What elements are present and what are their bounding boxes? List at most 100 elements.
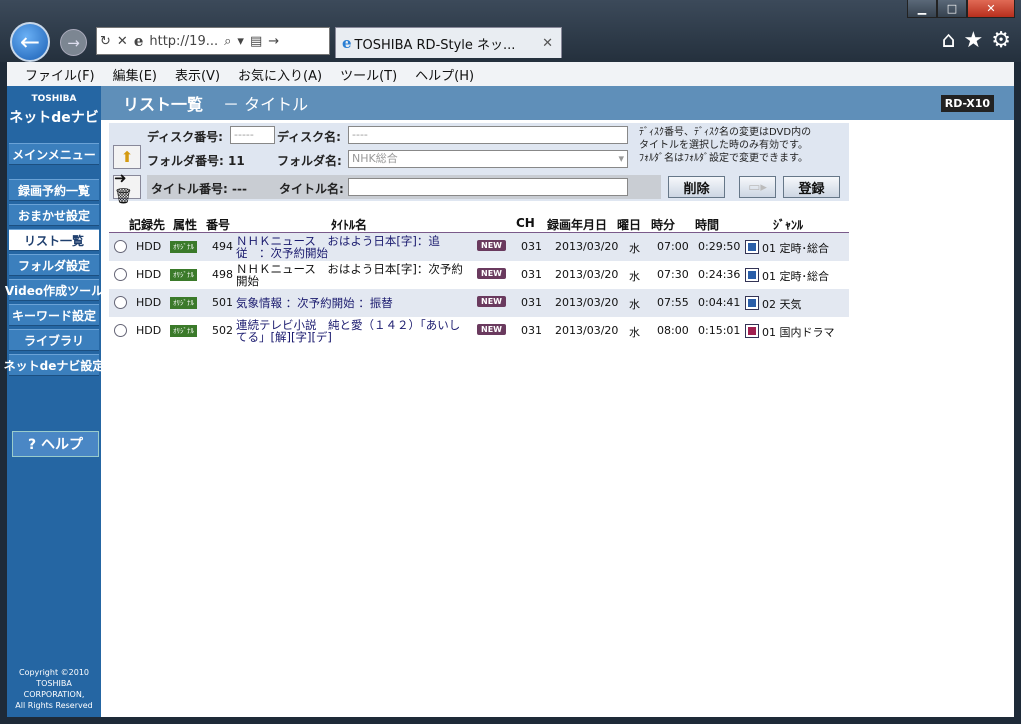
refresh-icon[interactable]: ↻: [100, 34, 111, 49]
disc-name-field[interactable]: ----: [348, 126, 628, 144]
new-badge: NEW: [477, 268, 506, 279]
menu-favorites[interactable]: お気に入り(A): [238, 65, 322, 84]
title-link[interactable]: ＮＨＫニュース おはよう日本[字]：次予約開始: [236, 263, 470, 287]
minimize-button[interactable]: ▁: [907, 0, 937, 18]
search-icon[interactable]: ⌕: [224, 34, 231, 49]
dubbing-icon: ▭▸: [748, 179, 767, 195]
genre-drama-icon: [745, 324, 759, 338]
sidebar-item-omakase[interactable]: おまかせ設定: [9, 204, 99, 226]
page-frame: TOSHIBA ネットdeナビ メインメニュー 録画予約一覧 おまかせ設定 リス…: [4, 86, 1014, 717]
copyright-line: Copyright ©2010: [19, 668, 89, 677]
cell-dur: 0:15:01: [698, 324, 741, 337]
col-dur: 時間: [695, 218, 720, 232]
folder-name-value: NHK総合: [352, 152, 398, 165]
table-row[interactable]: HDD ｵﾘｼﾞﾅﾙ 494 ＮＨＫニュース おはよう日本[字]：追従 ：次予約…: [109, 233, 849, 261]
cell-dow: 水: [629, 298, 640, 311]
back-button[interactable]: ←: [10, 22, 50, 62]
menu-file[interactable]: ファイル(F): [25, 65, 95, 84]
address-bar[interactable]: ↻ ✕ e http://19... ⌕ ▾ ▤ →: [96, 27, 330, 55]
cell-dow: 水: [629, 242, 640, 255]
sidebar-item-video-tool[interactable]: Video作成ツール: [5, 279, 103, 301]
info-line: ﾌｫﾙﾀﾞ名はﾌｫﾙﾀﾞ設定で変更できます。: [639, 153, 808, 164]
col-ch: CH: [516, 216, 535, 230]
close-window-button[interactable]: ✕: [967, 0, 1015, 18]
chevron-down-icon: ▾: [618, 152, 624, 165]
move-to-trash-button[interactable]: ➜🗑: [113, 169, 141, 205]
cell-time: 07:30: [657, 268, 689, 281]
sidebar-item-main-menu[interactable]: メインメニュー: [9, 143, 99, 165]
original-badge: ｵﾘｼﾞﾅﾙ: [170, 297, 197, 309]
folder-up-button[interactable]: ⬆: [113, 145, 141, 169]
sidebar-item-folder[interactable]: フォルダ設定: [9, 254, 99, 276]
browser-tab[interactable]: e TOSHIBA RD-Style ネッ... ✕: [335, 27, 562, 58]
sidebar-item-recording-list[interactable]: 録画予約一覧: [9, 179, 99, 201]
title-link[interactable]: 連続テレビ小説 純と愛（１４２）「あいしてる」[解][字][デ]: [236, 319, 470, 343]
copyright-line: All Rights Reserved: [15, 701, 93, 710]
cell-num: 494: [212, 240, 233, 253]
col-num: 番号: [206, 218, 231, 232]
sidebar-item-keyword[interactable]: キーワード設定: [9, 304, 99, 326]
go-arrow-icon[interactable]: →: [268, 34, 279, 49]
brand-logo: TOSHIBA: [31, 94, 77, 104]
favorites-star-icon[interactable]: ★: [964, 28, 984, 53]
tab-close-icon[interactable]: ✕: [542, 36, 553, 51]
disc-no-field[interactable]: -----: [230, 126, 275, 144]
cell-dow: 水: [629, 326, 640, 339]
sidebar: TOSHIBA ネットdeナビ メインメニュー 録画予約一覧 おまかせ設定 リス…: [4, 86, 104, 717]
copyright-line: TOSHIBA CORPORATION,: [23, 679, 85, 699]
cell-dow: 水: [629, 270, 640, 283]
help-button[interactable]: ? ヘルプ: [12, 431, 99, 457]
row-radio[interactable]: [114, 296, 127, 309]
cell-genre: 01 定時･総合: [762, 270, 829, 283]
cell-num: 502: [212, 324, 233, 337]
row-radio[interactable]: [114, 240, 127, 253]
gear-icon[interactable]: ⚙: [991, 28, 1011, 53]
menu-bar: ファイル(F) 編集(E) 表示(V) お気に入り(A) ツール(T) ヘルプ(…: [7, 62, 1014, 87]
register-button[interactable]: 登録: [783, 176, 840, 198]
info-line: ﾃﾞｨｽｸ番号、ﾃﾞｨｽｸ名の変更はDVD内の: [639, 127, 812, 138]
cell-dest: HDD: [136, 268, 162, 281]
col-title: ﾀｲﾄﾙ名: [331, 218, 368, 232]
col-time: 時分: [651, 218, 676, 232]
stop-icon[interactable]: ✕: [117, 34, 128, 49]
row-radio[interactable]: [114, 268, 127, 281]
col-dow: 曜日: [617, 218, 642, 232]
cell-dest: HDD: [136, 296, 162, 309]
cell-ch: 031: [521, 240, 542, 253]
delete-button[interactable]: 削除: [668, 176, 725, 198]
row-radio[interactable]: [114, 324, 127, 337]
home-icon[interactable]: ⌂: [942, 28, 956, 53]
cell-date: 2013/03/20: [555, 240, 619, 253]
menu-help[interactable]: ヘルプ(H): [415, 65, 474, 84]
menu-edit[interactable]: 編集(E): [113, 65, 157, 84]
compat-view-icon[interactable]: ▤: [250, 34, 262, 49]
title-link[interactable]: 気象情報 ：次予約開始 ：振替: [236, 297, 470, 309]
cell-time: 07:55: [657, 296, 689, 309]
page-subtitle: － タイトル: [223, 95, 309, 114]
maximize-button[interactable]: □: [937, 0, 967, 18]
menu-tools[interactable]: ツール(T): [340, 65, 397, 84]
table-row[interactable]: HDD ｵﾘｼﾞﾅﾙ 498 ＮＨＫニュース おはよう日本[字]：次予約開始 N…: [109, 261, 849, 289]
title-link[interactable]: ＮＨＫニュース おはよう日本[字]：追従 ：次予約開始: [236, 235, 470, 259]
title-name-field[interactable]: [348, 178, 628, 196]
cell-ch: 031: [521, 324, 542, 337]
sidebar-item-netdenavi-settings[interactable]: ネットdeナビ設定: [4, 354, 104, 376]
main-content: リスト一覧 － タイトル RD-X10 ディスク番号: ----- ディスク名:…: [101, 86, 1014, 717]
sidebar-item-list[interactable]: リスト一覧: [9, 229, 99, 251]
table-row[interactable]: HDD ｵﾘｼﾞﾅﾙ 501 気象情報 ：次予約開始 ：振替 NEW 031 2…: [109, 289, 849, 317]
folder-no-label: フォルダ番号: 11: [147, 154, 245, 168]
table-row[interactable]: HDD ｵﾘｼﾞﾅﾙ 502 連続テレビ小説 純と愛（１４２）「あいしてる」[解…: [109, 317, 849, 345]
window-controls: ▁ □ ✕: [907, 0, 1015, 18]
menu-view[interactable]: 表示(V): [175, 65, 220, 84]
cell-genre: 01 国内ドラマ: [762, 326, 835, 339]
folder-name-select[interactable]: NHK総合 ▾: [348, 150, 628, 168]
forward-button[interactable]: →: [60, 29, 87, 56]
sidebar-item-library[interactable]: ライブラリ: [9, 329, 99, 351]
dropdown-icon[interactable]: ▾: [237, 34, 244, 49]
original-badge: ｵﾘｼﾞﾅﾙ: [170, 241, 197, 253]
dubbing-button[interactable]: ▭▸: [739, 176, 776, 198]
address-text[interactable]: http://19...: [149, 34, 218, 49]
forward-arrow-icon: →: [67, 33, 80, 52]
original-badge: ｵﾘｼﾞﾅﾙ: [170, 325, 197, 337]
genre-news-icon: [745, 240, 759, 254]
